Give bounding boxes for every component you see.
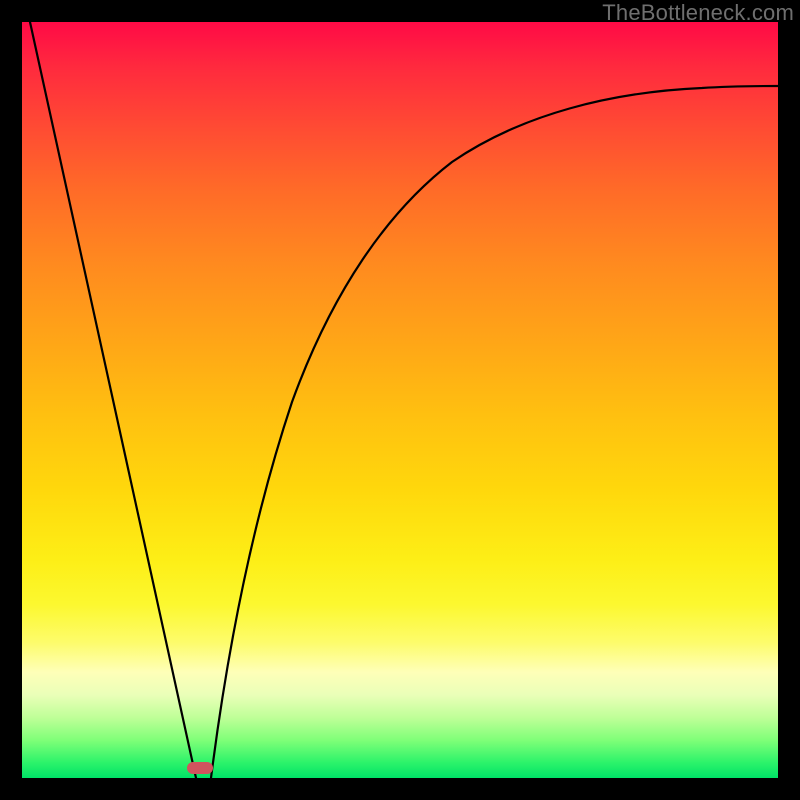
watermark-text: TheBottleneck.com — [602, 0, 794, 26]
chart-frame: TheBottleneck.com — [0, 0, 800, 800]
line-right — [211, 86, 778, 778]
bottleneck-marker — [187, 762, 213, 774]
plot-area — [22, 22, 778, 778]
line-left — [30, 22, 196, 778]
curve-layer — [22, 22, 778, 778]
